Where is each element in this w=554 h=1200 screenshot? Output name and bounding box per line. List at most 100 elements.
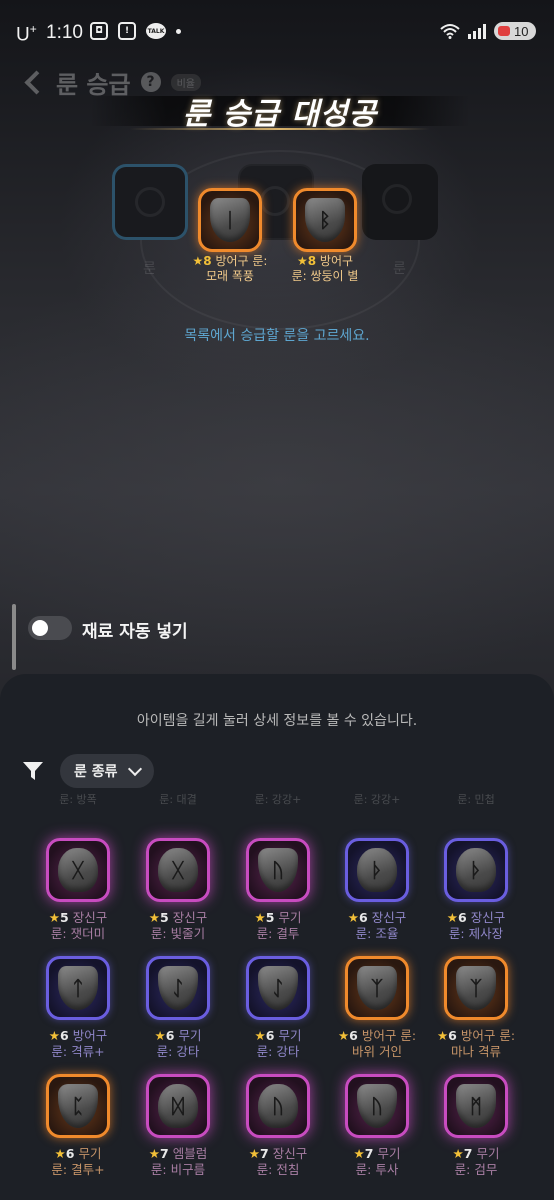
alert-icon: ! bbox=[118, 22, 136, 40]
rune-type: 무기 bbox=[278, 910, 302, 925]
rune-grade: ★7 bbox=[248, 1146, 269, 1161]
rune-name: 룬: 비구름 bbox=[150, 1162, 206, 1177]
rune-list-item[interactable]: ᛞ ★7 엠블럼 룬: 비구름 bbox=[128, 1074, 228, 1194]
rune-list-item[interactable]: ᚷ ★5 장신구 룬: 잿더미 bbox=[28, 838, 128, 958]
rune-type: 장신구 bbox=[172, 910, 208, 925]
rune-grade: ★5 bbox=[254, 910, 275, 925]
rune-stone-icon: ᚢ bbox=[258, 1084, 298, 1128]
rune-grade: ★6 bbox=[446, 910, 467, 925]
rune-type: 무기 bbox=[377, 1146, 401, 1161]
rune-item-label: ★6 방어구 룬: 격류+ bbox=[28, 1028, 128, 1060]
selected-rune-2-label: ★8 방어구 룬: 쌍둥이 별 bbox=[291, 254, 359, 283]
rune-grade: ★6 bbox=[54, 1146, 75, 1161]
status-bar: U+ 1:10 ◘ ! TALK 10 bbox=[0, 0, 554, 62]
battery-level: 10 bbox=[514, 23, 529, 39]
rune-grade: ★5 bbox=[48, 910, 69, 925]
clock: 1:10 bbox=[46, 22, 83, 43]
rune-item-frame: ᚢ bbox=[246, 838, 310, 902]
rune-item-frame: ᛏ bbox=[46, 956, 110, 1020]
slot-label-right: 룬 bbox=[393, 261, 406, 277]
rune-stone-icon: ᛇ bbox=[158, 966, 198, 1010]
rune-name: 룬: 검무 bbox=[454, 1162, 498, 1177]
faded-label: 룬: 민첩 bbox=[457, 793, 495, 806]
rune-stone-icon: ᛞ bbox=[158, 1084, 198, 1128]
rune-item-label: ★6 방어구 룬: 마나 격류 bbox=[426, 1028, 526, 1060]
upgrade-slot-left[interactable] bbox=[112, 164, 188, 240]
rune-name: 룬: 전침 bbox=[256, 1162, 300, 1177]
back-arrow-icon[interactable] bbox=[20, 69, 46, 95]
rune-stone-icon: ᚦ bbox=[357, 848, 397, 892]
rune-name: 룬: 잿더미 bbox=[50, 926, 106, 941]
previous-row-labels: 룬: 방폭 룬: 대결 룬: 강강+ 룬: 강강+ 룬: 민첩 bbox=[0, 794, 554, 816]
rune-list-item[interactable]: ᛉ ★6 방어구 룬: 마나 격류 bbox=[426, 956, 526, 1076]
rune-stone-icon: ᛈ bbox=[58, 1084, 98, 1128]
rune-type: 무기 bbox=[78, 1146, 102, 1161]
rune-list-item[interactable]: ᛇ ★6 무기 룬: 강타 bbox=[128, 956, 228, 1076]
rune-stone-icon: ᚦ bbox=[456, 848, 496, 892]
rune-name: 룬: 강타 bbox=[256, 1044, 300, 1059]
rune-grade: ★7 bbox=[353, 1146, 374, 1161]
rune-item-label: ★6 무기 룬: 결투+ bbox=[28, 1146, 128, 1178]
rune-item-frame: ᛇ bbox=[246, 956, 310, 1020]
rune-type: 장신구 bbox=[470, 910, 506, 925]
rune-item-frame: ᛇ bbox=[146, 956, 210, 1020]
rune-list-item[interactable]: ᚢ ★7 장신구 룬: 전침 bbox=[228, 1074, 328, 1194]
scroll-indicator bbox=[12, 604, 16, 670]
rune-stone-icon: ᚢ bbox=[258, 848, 298, 892]
rune-type: 장신구 bbox=[72, 910, 108, 925]
rune-type: 방어구 bbox=[72, 1028, 108, 1043]
rune-grade: ★6 bbox=[48, 1028, 69, 1043]
rune-stone-icon: ᚷ bbox=[158, 848, 198, 892]
chevron-down-icon bbox=[127, 761, 142, 776]
rune-type-dropdown[interactable]: 룬 종류 bbox=[60, 754, 154, 788]
rune-grade: ★7 bbox=[452, 1146, 473, 1161]
rune-item-frame: ᚢ bbox=[246, 1074, 310, 1138]
rune-item-label: ★5 무기 룬: 결투 bbox=[228, 910, 328, 942]
rune-list-sheet: 아이템을 길게 눌러 상세 정보를 볼 수 있습니다. 룬 종류 룬: 방폭 룬… bbox=[0, 674, 554, 1200]
rune-item-label: ★5 장신구 룬: 잿더미 bbox=[28, 910, 128, 942]
system-icons: 10 bbox=[440, 22, 536, 40]
rune-name: 마나 격류 bbox=[451, 1044, 501, 1059]
rune-name: 룬: 투사 bbox=[355, 1162, 399, 1177]
rune-item-frame: ᚦ bbox=[345, 838, 409, 902]
rune-name: 룬: 빛줄기 bbox=[150, 926, 206, 941]
carrier-label: U+ bbox=[16, 22, 37, 46]
rune-item-label: ★5 장신구 룬: 빛줄기 bbox=[128, 910, 228, 942]
rune-item-frame: ᛉ bbox=[345, 956, 409, 1020]
faded-label: 룬: 강강+ bbox=[353, 793, 401, 806]
rune-list-item[interactable]: ᚢ ★7 무기 룬: 투사 bbox=[327, 1074, 427, 1194]
more-notifications-dot bbox=[176, 28, 181, 34]
screenshot-icon: ◘ bbox=[90, 22, 108, 40]
rune-list-item[interactable]: ᛇ ★6 무기 룬: 강타 bbox=[228, 956, 328, 1076]
rune-grade: ★5 bbox=[148, 910, 169, 925]
rune-name: 룬: 강타 bbox=[156, 1044, 200, 1059]
rune-list-item[interactable]: ᚦ ★6 장신구 룬: 제사장 bbox=[426, 838, 526, 958]
rune-list-item[interactable]: ᛉ ★6 방어구 룬: 바위 거인 bbox=[327, 956, 427, 1076]
rune-type: 장신구 bbox=[272, 1146, 308, 1161]
rune-type: 방어구 룬: bbox=[361, 1028, 417, 1043]
slot-label-left: 룬 bbox=[143, 261, 156, 277]
rune-list-item[interactable]: ᛏ ★6 방어구 룬: 격류+ bbox=[28, 956, 128, 1076]
notification-icons: ◘ ! TALK bbox=[90, 22, 181, 40]
success-banner-text: 룬 승급 대성공 bbox=[182, 97, 378, 132]
rune-stone-icon: ᛇ bbox=[258, 966, 298, 1010]
rune-stone-icon: ᚷ bbox=[58, 848, 98, 892]
rune-list-item[interactable]: ᚢ ★5 무기 룬: 결투 bbox=[228, 838, 328, 958]
long-press-hint: 아이템을 길게 눌러 상세 정보를 볼 수 있습니다. bbox=[136, 713, 418, 729]
filter-icon[interactable] bbox=[22, 760, 44, 782]
rune-stone-icon: ᛒ bbox=[305, 198, 345, 242]
rune-type: 장신구 bbox=[371, 910, 407, 925]
selected-rune-1[interactable]: ᛁ bbox=[198, 188, 262, 252]
upgrade-slot-right[interactable] bbox=[362, 164, 438, 240]
rune-list-item[interactable]: ᛗ ★7 무기 룬: 검무 bbox=[426, 1074, 526, 1194]
rune-list-item[interactable]: ᚷ ★5 장신구 룬: 빛줄기 bbox=[128, 838, 228, 958]
rune-item-frame: ᛞ bbox=[146, 1074, 210, 1138]
rune-list-item[interactable]: ᚦ ★6 장신구 룬: 조율 bbox=[327, 838, 427, 958]
rune-item-frame: ᚷ bbox=[46, 838, 110, 902]
rune-item-label: ★6 무기 룬: 강타 bbox=[228, 1028, 328, 1060]
auto-fill-toggle[interactable] bbox=[28, 616, 72, 640]
selected-rune-2[interactable]: ᛒ bbox=[293, 188, 357, 252]
battery-low-icon bbox=[498, 26, 510, 36]
rune-list-item[interactable]: ᛈ ★6 무기 룬: 결투+ bbox=[28, 1074, 128, 1194]
rune-name: 룬: 격류+ bbox=[51, 1044, 105, 1059]
